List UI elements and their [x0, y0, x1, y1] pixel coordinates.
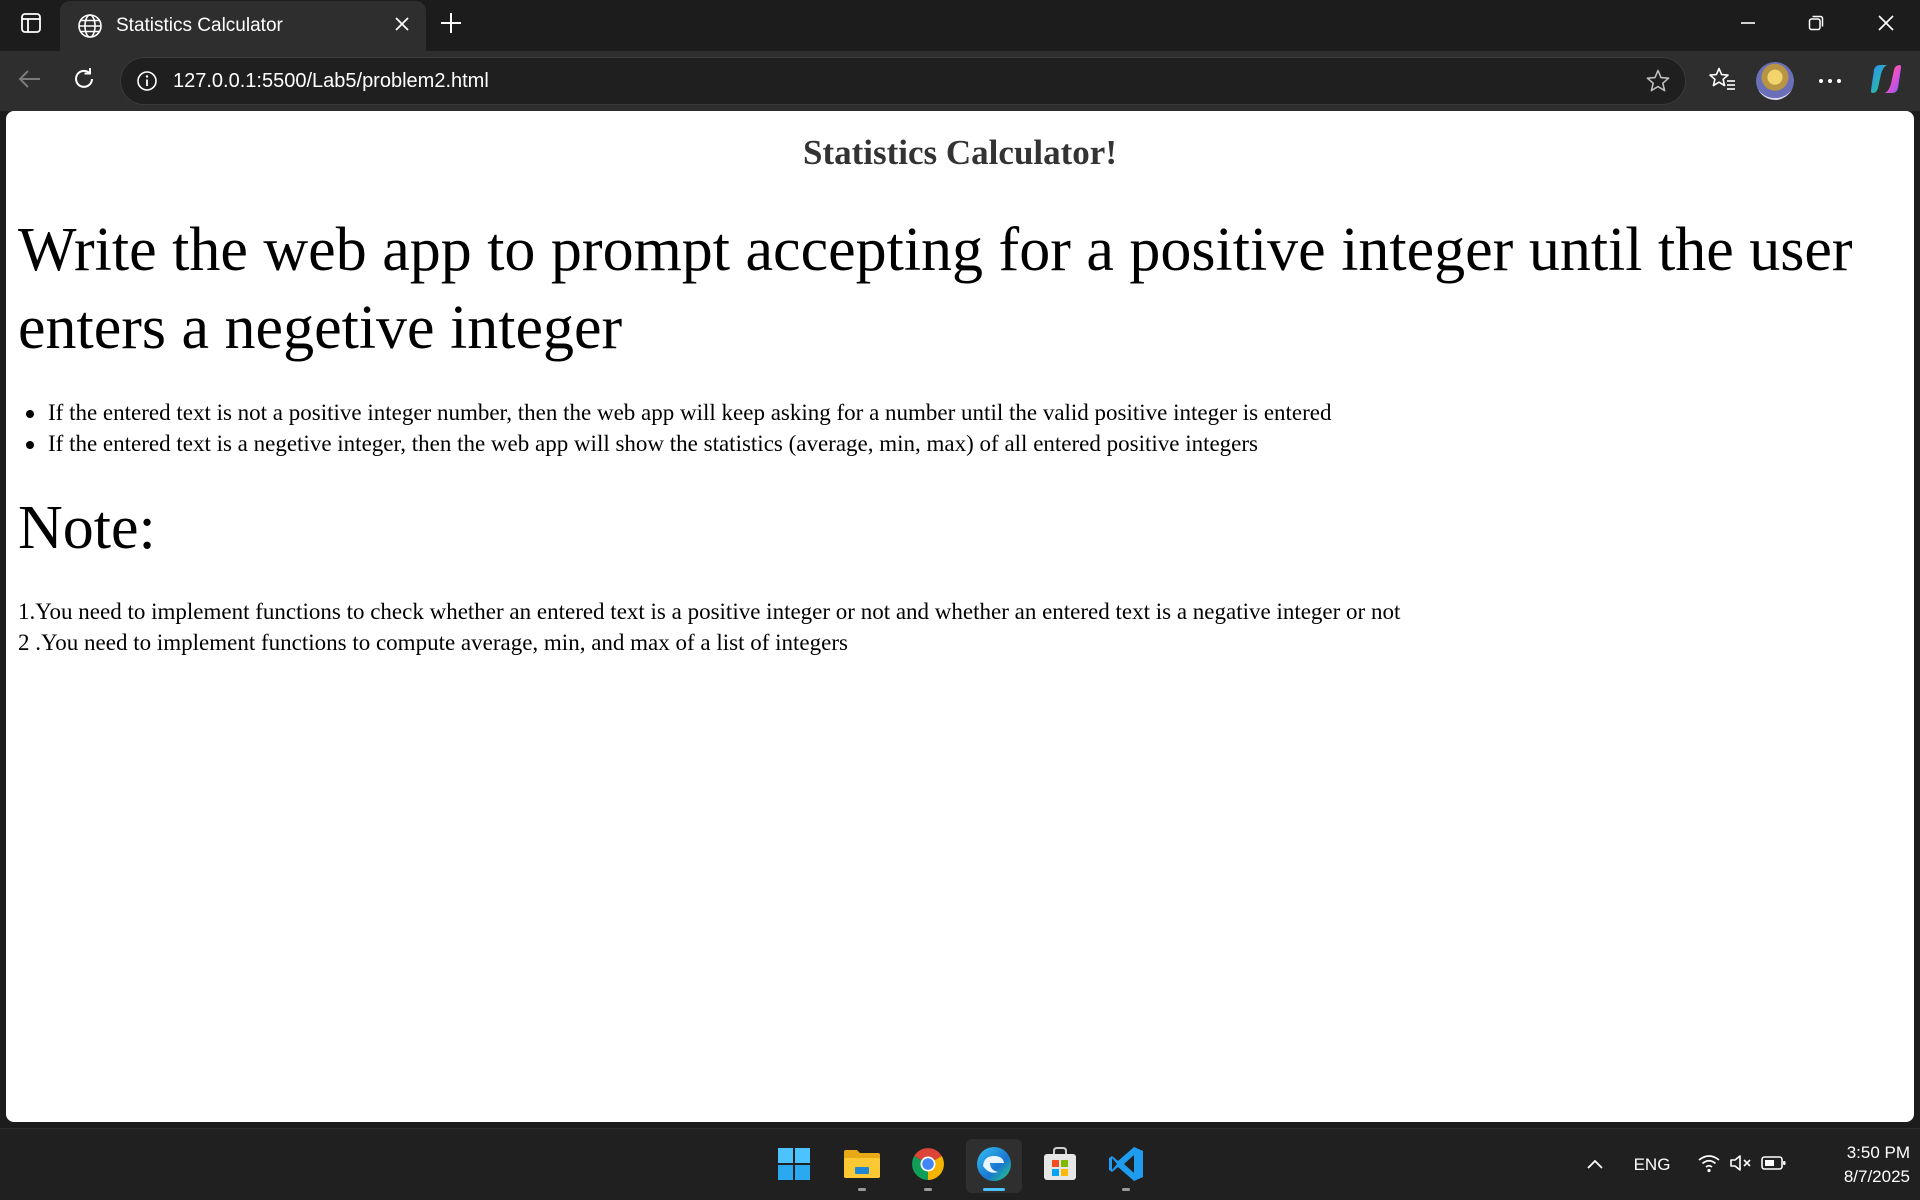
taskbar-microsoft-store[interactable] — [1032, 1139, 1088, 1193]
vscode-icon — [1107, 1145, 1145, 1188]
list-item: If the entered text is a negetive intege… — [18, 428, 1898, 459]
start-icon — [777, 1147, 811, 1186]
star-icon[interactable] — [1641, 64, 1675, 98]
battery-icon — [1761, 1155, 1787, 1176]
favorites-icon — [1708, 66, 1736, 97]
taskbar-file-explorer[interactable] — [834, 1139, 890, 1193]
running-indicator — [1122, 1188, 1130, 1191]
globe-icon — [76, 12, 104, 40]
taskbar-edge[interactable] — [966, 1139, 1022, 1193]
more-icon — [1818, 72, 1842, 90]
clock-time: 3:50 PM — [1846, 1143, 1910, 1162]
window-close-button[interactable] — [1852, 0, 1920, 50]
info-icon[interactable] — [131, 65, 163, 97]
chrome-icon — [910, 1146, 946, 1187]
new-tab-button[interactable] — [432, 6, 470, 44]
volume-muted-icon — [1729, 1153, 1753, 1178]
tab-title: Statistics Calculator — [116, 15, 283, 36]
list-item: If the entered text is not a positive in… — [18, 397, 1898, 428]
close-icon — [394, 16, 410, 37]
tab-actions-button[interactable] — [12, 8, 50, 42]
more-options-button[interactable] — [1808, 59, 1852, 103]
note-line: 1.You need to implement functions to che… — [18, 599, 1401, 624]
restore-icon — [1808, 15, 1824, 36]
file-explorer-icon — [843, 1148, 881, 1185]
taskbar-clock[interactable]: 3:50 PM 8/7/2025 — [1810, 1141, 1910, 1189]
copilot-button[interactable] — [1864, 59, 1908, 103]
microsoft-store-icon — [1042, 1146, 1078, 1187]
running-indicator — [858, 1188, 866, 1191]
plus-icon — [440, 12, 462, 39]
running-indicator — [924, 1188, 932, 1191]
clock-date: 8/7/2025 — [1843, 1167, 1910, 1186]
profile-avatar[interactable] — [1756, 62, 1794, 100]
browser-toolbar: 127.0.0.1:5500/Lab5/problem2.html — [0, 51, 1920, 111]
notes-block: 1.You need to implement functions to che… — [18, 596, 1898, 658]
chevron-up-icon — [1586, 1155, 1604, 1175]
tab-statistics-calculator[interactable]: Statistics Calculator — [60, 1, 426, 51]
refresh-button[interactable] — [62, 59, 106, 103]
tab-close-button[interactable] — [386, 10, 418, 42]
edge-icon — [975, 1145, 1013, 1188]
page-viewport: Statistics Calculator! Write the web app… — [6, 111, 1914, 1122]
back-button[interactable] — [8, 59, 52, 103]
refresh-icon — [71, 66, 97, 97]
note-heading: Note: — [18, 494, 156, 562]
wifi-icon — [1697, 1153, 1721, 1178]
minimize-icon — [1740, 15, 1756, 36]
restore-button[interactable] — [1782, 0, 1850, 50]
taskbar-vscode[interactable] — [1098, 1139, 1154, 1193]
browser-titlebar: Statistics Calculator — [0, 0, 1920, 51]
start-button[interactable] — [766, 1139, 822, 1193]
rules-list: If the entered text is not a positive in… — [18, 397, 1898, 459]
taskbar: ENG 3:50 PM 8/7/2025 — [0, 1128, 1920, 1200]
page-heading: Write the web app to prompt accepting fo… — [18, 216, 1853, 362]
system-tray-group[interactable] — [1692, 1149, 1792, 1181]
running-indicator — [983, 1188, 1005, 1191]
copilot-icon — [1869, 62, 1903, 101]
page-title: Statistics Calculator! — [803, 133, 1117, 172]
favorites-button[interactable] — [1700, 59, 1744, 103]
minimize-button[interactable] — [1714, 0, 1782, 50]
language-indicator[interactable]: ENG — [1628, 1149, 1676, 1181]
address-bar[interactable]: 127.0.0.1:5500/Lab5/problem2.html — [120, 57, 1686, 105]
tab-actions-icon — [20, 12, 42, 39]
url-text[interactable]: 127.0.0.1:5500/Lab5/problem2.html — [173, 58, 489, 104]
taskbar-chrome[interactable] — [900, 1139, 956, 1193]
close-icon — [1877, 14, 1895, 37]
arrow-left-icon — [17, 66, 43, 97]
show-hidden-icons-button[interactable] — [1580, 1149, 1610, 1181]
note-line: 2 .You need to implement functions to co… — [18, 630, 848, 655]
